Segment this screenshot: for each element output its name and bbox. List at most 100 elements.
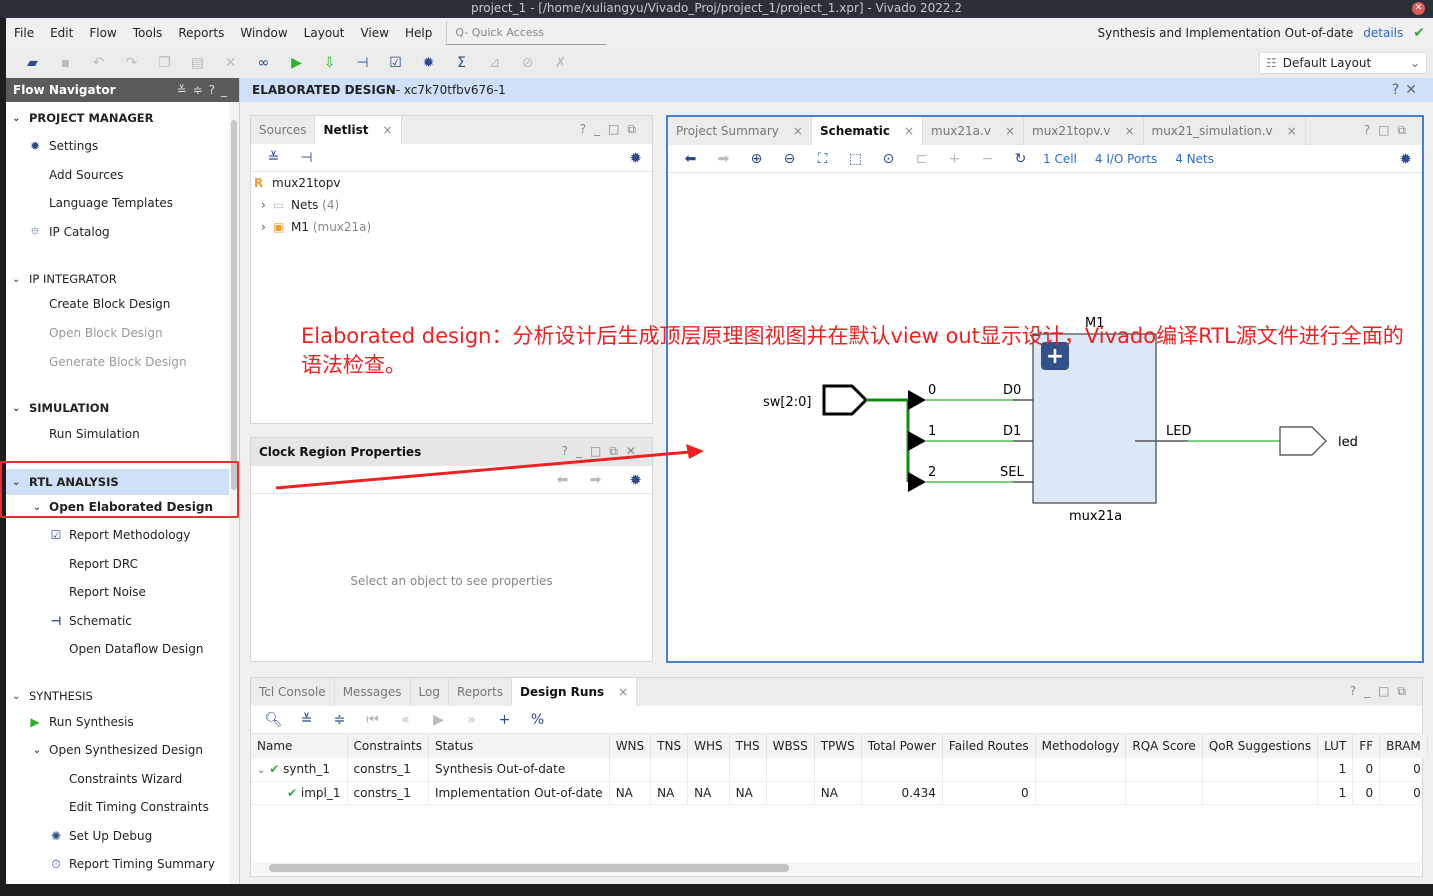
close-tab-icon[interactable]: × — [618, 685, 628, 699]
nav-item-generate-block-design[interactable]: Generate Block Design — [6, 351, 230, 373]
expand-icon[interactable]: + — [938, 151, 971, 167]
panel-window-controls[interactable]: ?_□⧉ — [580, 122, 644, 137]
nav-item-run-simulation[interactable]: Run Simulation — [6, 423, 230, 445]
find-icon[interactable]: ∞ — [247, 51, 280, 75]
close-tab-icon[interactable]: × — [1005, 124, 1015, 138]
scrollbar-thumb[interactable] — [269, 864, 789, 872]
zoom-area-icon[interactable]: ⬚ — [839, 151, 872, 167]
collapse-icon[interactable]: − — [971, 151, 1004, 167]
collapse-all-icon[interactable]: ≚ — [290, 712, 323, 728]
nav-item-report-timing-summary[interactable]: ⏱ Report Timing Summary — [6, 853, 230, 875]
nav-item-create-block-design[interactable]: Create Block Design — [6, 293, 230, 315]
disabled-tool-icon-3[interactable]: ✗ — [544, 51, 577, 75]
details-link[interactable]: details — [1363, 26, 1403, 40]
settings-icon[interactable]: ✹ — [412, 51, 445, 75]
nav-item-report-noise[interactable]: Report Noise — [6, 581, 230, 603]
section-project-manager[interactable]: ⌄ PROJECT MANAGER — [6, 107, 230, 129]
search-icon[interactable]: 🔍︎ — [257, 712, 290, 728]
menu-layout[interactable]: Layout — [296, 26, 353, 40]
save-icon[interactable]: ▪ — [49, 51, 82, 75]
menu-tools[interactable]: Tools — [125, 26, 171, 40]
nav-item-schematic[interactable]: ⊣ Schematic — [6, 610, 230, 632]
col-tpws[interactable]: TPWS — [814, 734, 862, 758]
menu-reports[interactable]: Reports — [170, 26, 232, 40]
tab-reports[interactable]: Reports — [449, 678, 513, 706]
close-tab-icon[interactable]: × — [904, 124, 914, 138]
col-constraints[interactable]: Constraints — [347, 734, 429, 758]
undo-icon[interactable]: ↶ — [82, 51, 115, 75]
col-wbss[interactable]: WBSS — [766, 734, 815, 758]
paste-icon[interactable]: ▤ — [181, 51, 214, 75]
col-ths[interactable]: THS — [729, 734, 767, 758]
sigma-icon[interactable]: Σ — [445, 51, 478, 75]
col-status[interactable]: Status — [428, 734, 610, 758]
menu-window[interactable]: Window — [232, 26, 295, 40]
open-project-icon[interactable]: ▰ — [16, 51, 49, 75]
play-icon[interactable]: ▶ — [422, 712, 455, 728]
zoom-in-icon[interactable]: ⊕ — [740, 151, 773, 167]
previous-icon[interactable]: « — [389, 712, 422, 728]
nav-item-report-drc[interactable]: Report DRC — [6, 553, 230, 575]
col-tns[interactable]: TNS — [650, 734, 689, 758]
close-tab-icon[interactable]: × — [1124, 124, 1134, 138]
col-ff[interactable]: FF — [1352, 734, 1381, 758]
table-row[interactable]: ✔ impl_1 constrs_1 Implementation Out-of… — [251, 781, 1428, 805]
nav-item-ip-catalog[interactable]: ⯐ IP Catalog — [6, 221, 230, 243]
quick-access-input[interactable]: Q- Quick Access — [446, 21, 607, 45]
menu-view[interactable]: View — [352, 26, 396, 40]
table-row[interactable]: ⌄ ✔ synth_1 constrs_1 Synthesis Out-of-d… — [251, 758, 1428, 782]
copy-icon[interactable]: ❐ — [148, 51, 181, 75]
tab-tcl-console[interactable]: Tcl Console — [251, 678, 335, 706]
nav-item-add-sources[interactable]: Add Sources — [6, 164, 230, 186]
nav-item-open-dataflow-design[interactable]: Open Dataflow Design — [6, 638, 230, 660]
section-synthesis[interactable]: ⌄ SYNTHESIS — [6, 685, 230, 707]
netlist-nets[interactable]: › ▭ Nets (4) — [251, 194, 652, 216]
section-simulation[interactable]: ⌄ SIMULATION — [6, 397, 230, 419]
netlist-cell-m1[interactable]: › ▣ M1 (mux21a) — [251, 216, 652, 238]
collapse-all-icon[interactable]: ≚ — [257, 150, 290, 166]
target-icon[interactable]: ⊙ — [872, 151, 905, 167]
schematic-icon[interactable]: ⊣ — [290, 150, 323, 166]
tab-sources[interactable]: Sources — [251, 116, 316, 144]
report-icon[interactable]: ☑ — [379, 51, 412, 75]
horizontal-scrollbar[interactable] — [253, 862, 1420, 874]
menu-flow[interactable]: Flow — [81, 26, 124, 40]
nets-link[interactable]: 4 Nets — [1175, 152, 1214, 166]
expand-all-icon[interactable]: ≑ — [323, 712, 356, 728]
tab-mux21-simulation-v[interactable]: mux21_simulation.v × — [1144, 117, 1306, 145]
tab-netlist[interactable]: Netlist × — [315, 116, 402, 144]
close-tab-icon[interactable]: × — [793, 124, 803, 138]
flow-navigator-controls[interactable]: ≚≑?_ — [177, 83, 233, 97]
fit-icon[interactable]: ⛶ — [806, 151, 839, 167]
col-total-power[interactable]: Total Power — [861, 734, 943, 758]
zoom-out-icon[interactable]: ⊖ — [773, 151, 806, 167]
scrollbar-thumb[interactable] — [231, 120, 237, 490]
first-icon[interactable]: ⏮ — [356, 712, 389, 728]
disabled-tool-icon-1[interactable]: ⊿ — [478, 51, 511, 75]
input-port-sw[interactable] — [822, 384, 869, 416]
nav-item-report-methodology[interactable]: ☑ Report Methodology — [6, 524, 230, 546]
nav-item-settings[interactable]: ✹ Settings — [6, 135, 230, 157]
next-icon[interactable]: » — [455, 712, 488, 728]
col-whs[interactable]: WHS — [687, 734, 730, 758]
menu-help[interactable]: Help — [397, 26, 440, 40]
tab-design-runs[interactable]: Design Runs × — [512, 678, 638, 706]
nav-item-edit-timing-constraints[interactable]: Edit Timing Constraints — [6, 796, 230, 818]
panel-window-controls[interactable]: ?□⧉ — [1364, 123, 1414, 138]
forward-icon[interactable]: ➡ — [579, 472, 612, 488]
gear-icon[interactable]: ✹ — [629, 149, 642, 167]
close-tab-icon[interactable]: × — [383, 123, 393, 137]
cells-count-link[interactable]: 1 Cell — [1043, 152, 1077, 166]
redo-icon[interactable]: ↷ — [115, 51, 148, 75]
output-port-led[interactable] — [1279, 426, 1327, 456]
nav-item-language-templates[interactable]: Language Templates — [6, 192, 230, 214]
layout-select[interactable]: ☷ Default Layout ⌄ — [1259, 52, 1427, 74]
program-icon[interactable]: ⇩ — [313, 51, 346, 75]
gear-icon[interactable]: ✹ — [629, 471, 642, 489]
col-failed-routes[interactable]: Failed Routes — [942, 734, 1036, 758]
col-methodology[interactable]: Methodology — [1035, 734, 1127, 758]
netlist-root[interactable]: Rmux21topv — [251, 172, 652, 194]
tab-project-summary[interactable]: Project Summary × — [668, 117, 812, 145]
col-lut[interactable]: LUT — [1317, 734, 1354, 758]
tab-schematic[interactable]: Schematic × — [811, 117, 924, 145]
